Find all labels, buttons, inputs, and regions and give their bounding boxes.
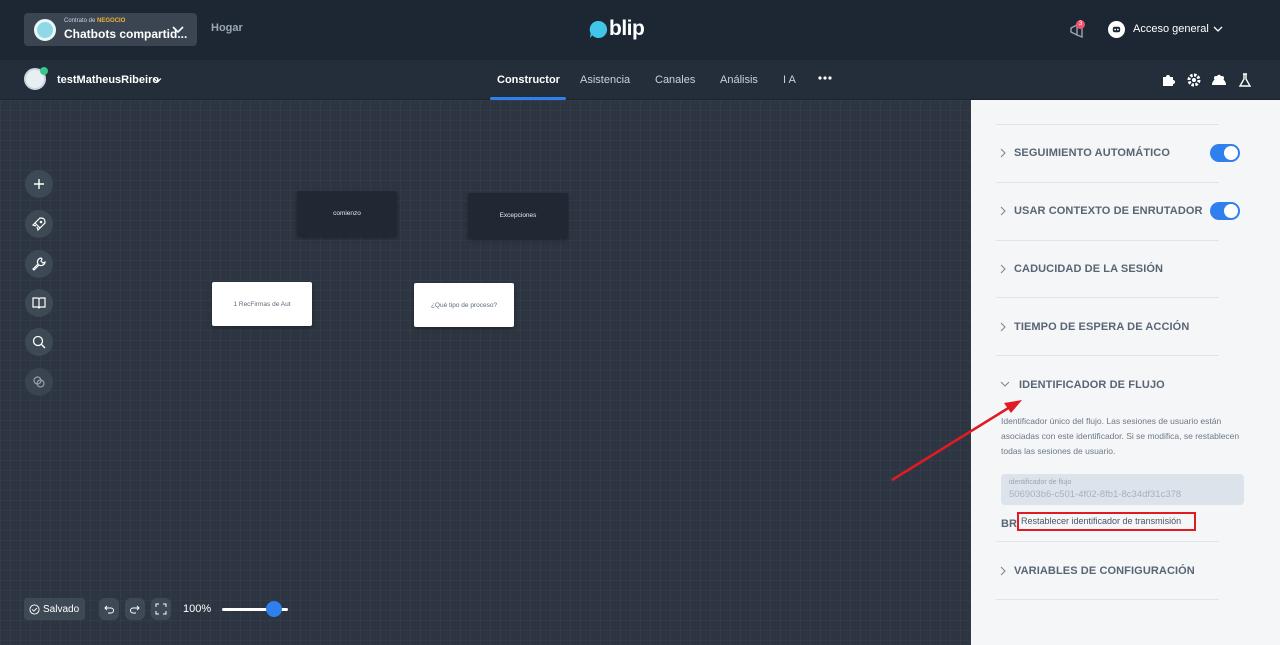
chevron-right-icon bbox=[1000, 566, 1006, 576]
home-link[interactable]: Hogar bbox=[211, 22, 243, 34]
notification-badge: 3 bbox=[1076, 20, 1085, 29]
contract-avatar bbox=[34, 19, 56, 41]
check-circle-icon bbox=[29, 603, 40, 615]
bot-face-icon bbox=[1112, 26, 1121, 32]
redo-button[interactable] bbox=[125, 598, 145, 620]
online-status-dot bbox=[40, 67, 48, 75]
contract-tag: NEGOCIO bbox=[97, 18, 126, 24]
flow-block[interactable]: comienzo bbox=[297, 191, 397, 236]
account-avatar bbox=[1108, 20, 1125, 38]
zoom-level: 100% bbox=[183, 603, 212, 615]
divider bbox=[996, 182, 1219, 183]
flow-block-label: 1 RecFirmas de Aut bbox=[233, 300, 291, 308]
templates-button[interactable] bbox=[25, 289, 53, 317]
tab-constructor[interactable]: Constructor bbox=[497, 74, 560, 86]
divider bbox=[996, 541, 1219, 542]
fit-screen-button[interactable] bbox=[151, 598, 171, 620]
contract-selector[interactable]: Contrato de NEGOCIO Chatbots compartid..… bbox=[24, 13, 197, 46]
chat-bubble-icon bbox=[589, 20, 608, 38]
hidden-label-fragment: BR bbox=[1001, 518, 1017, 530]
router-context-toggle[interactable] bbox=[1210, 202, 1240, 220]
contract-type: Contrato de NEGOCIO bbox=[64, 18, 125, 24]
section-action-timeout[interactable]: TIEMPO DE ESPERA DE ACCIÓN bbox=[1014, 321, 1189, 333]
redo-icon bbox=[130, 605, 140, 614]
fullscreen-icon bbox=[155, 603, 167, 615]
saved-label: Salvado bbox=[43, 603, 80, 615]
gear-icon[interactable] bbox=[1186, 72, 1202, 88]
divider bbox=[996, 599, 1219, 600]
account-label: Acceso general bbox=[1133, 23, 1209, 35]
chevron-right-icon bbox=[1000, 264, 1006, 274]
bot-name[interactable]: testMatheusRibeiro bbox=[57, 74, 159, 86]
plus-icon bbox=[34, 179, 44, 189]
chevron-down-icon bbox=[172, 26, 184, 34]
tab-canales[interactable]: Canales bbox=[655, 74, 695, 86]
chevron-right-icon bbox=[1000, 322, 1006, 332]
contract-prefix: Contrato de bbox=[64, 18, 96, 24]
chevron-down-icon bbox=[1000, 381, 1010, 387]
undo-button[interactable] bbox=[99, 598, 119, 620]
section-router-context[interactable]: USAR CONTEXTO DE ENRUTADOR bbox=[1014, 205, 1203, 217]
flow-identifier-description: Identificador único del flujo. Las sesio… bbox=[1001, 416, 1240, 456]
flow-block-label: ¿Qué tipo de proceso? bbox=[430, 301, 498, 309]
flow-identifier-field[interactable]: identificador de flujo 506903b6-c501-4f0… bbox=[1001, 474, 1244, 505]
tab-ia[interactable]: I A bbox=[783, 74, 796, 86]
flow-canvas[interactable]: comienzo Excepciones 1 RecFirmas de Aut … bbox=[0, 100, 971, 645]
flow-identifier-value: 506903b6-c501-4f02-8fb1-8c34df31c378 bbox=[1009, 489, 1182, 500]
flow-identifier-label: identificador de flujo bbox=[1009, 479, 1072, 486]
flow-block-label: comienzo bbox=[333, 210, 361, 217]
logo-text: blip bbox=[609, 17, 645, 40]
bot-nav-bar: testMatheusRibeiro Constructor Asistenci… bbox=[0, 60, 1280, 100]
team-icon[interactable] bbox=[1211, 72, 1227, 88]
chevron-right-icon bbox=[1000, 148, 1006, 158]
puzzle-icon[interactable] bbox=[1160, 72, 1176, 88]
flow-block-label: Excepciones bbox=[499, 212, 537, 219]
section-auto-tracking[interactable]: SEGUIMIENTO AUTOMÁTICO bbox=[1014, 147, 1170, 159]
flask-icon[interactable] bbox=[1237, 72, 1253, 88]
top-bar: Contrato de NEGOCIO Chatbots compartid..… bbox=[0, 0, 1280, 60]
add-block-button[interactable] bbox=[25, 170, 53, 198]
flow-block[interactable]: Excepciones bbox=[468, 193, 568, 238]
tab-asistencia[interactable]: Asistencia bbox=[580, 74, 630, 86]
chevron-down-icon[interactable] bbox=[153, 77, 162, 84]
undo-icon bbox=[104, 605, 114, 614]
chevron-down-icon bbox=[1213, 26, 1223, 32]
zoom-slider-handle[interactable] bbox=[266, 601, 283, 617]
book-icon bbox=[32, 297, 46, 309]
auto-tracking-toggle[interactable] bbox=[1210, 144, 1240, 162]
section-config-variables[interactable]: VARIABLES DE CONFIGURACIÓN bbox=[1014, 565, 1195, 577]
divider bbox=[996, 124, 1219, 125]
account-menu[interactable]: Acceso general bbox=[1108, 20, 1223, 38]
reset-flow-identifier-link[interactable]: Restablecer identificador de transmisión bbox=[1017, 512, 1196, 531]
flow-block[interactable]: ¿Qué tipo de proceso? bbox=[414, 283, 514, 327]
section-flow-identifier[interactable]: IDENTIFICADOR DE FLUJO bbox=[1019, 379, 1165, 391]
settings-panel: SEGUIMIENTO AUTOMÁTICO USAR CONTEXTO DE … bbox=[971, 100, 1280, 645]
search-button[interactable] bbox=[25, 328, 53, 356]
tab-analisis[interactable]: Análisis bbox=[720, 74, 758, 86]
copy-icon bbox=[33, 376, 45, 388]
contract-name: Chatbots compartid... bbox=[64, 27, 188, 41]
divider bbox=[996, 355, 1219, 356]
rocket-icon bbox=[31, 217, 46, 232]
copy-button[interactable] bbox=[25, 368, 53, 396]
divider bbox=[996, 297, 1219, 298]
section-session-expiration[interactable]: CADUCIDAD DE LA SESIÓN bbox=[1014, 263, 1163, 275]
blip-logo[interactable]: blip bbox=[589, 16, 645, 42]
tools-button[interactable] bbox=[25, 250, 53, 278]
saved-status-button[interactable]: Salvado bbox=[24, 598, 85, 620]
more-icon[interactable] bbox=[817, 72, 833, 84]
search-icon bbox=[32, 335, 46, 349]
wrench-icon bbox=[32, 257, 46, 271]
divider bbox=[996, 240, 1219, 241]
publish-button[interactable] bbox=[25, 210, 53, 238]
flow-block[interactable]: 1 RecFirmas de Aut bbox=[212, 282, 312, 326]
chevron-right-icon bbox=[1000, 206, 1006, 216]
